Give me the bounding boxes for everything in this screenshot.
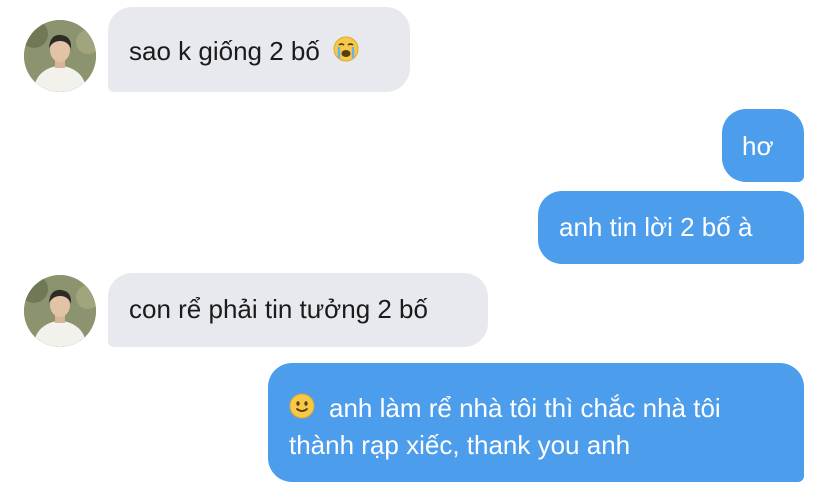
message-line: thành rạp xiếc, thank you anh — [289, 428, 804, 463]
message-bubble-incoming[interactable]: con rể phải tin tưởng 2 bố — [108, 273, 488, 347]
message-bubble-incoming[interactable]: sao k giống 2 bố — [108, 7, 410, 92]
message-text: anh làm rể nhà tôi thì chắc nhà tôi — [329, 393, 721, 423]
avatar[interactable] — [24, 20, 96, 92]
message-bubble-outgoing[interactable]: anh làm rể nhà tôi thì chắc nhà tôi thàn… — [268, 363, 804, 482]
avatar[interactable] — [24, 275, 96, 347]
message-line: anh làm rể nhà tôi thì chắc nhà tôi — [289, 391, 804, 428]
message-text: hơ — [742, 131, 774, 161]
message-text: sao k giống 2 bố — [129, 36, 320, 66]
message-bubble-outgoing[interactable]: anh tin lời 2 bố à — [538, 191, 804, 264]
message-text: anh tin lời 2 bố à — [559, 212, 753, 242]
smiling-face-icon — [289, 393, 315, 428]
message-text: thành rạp xiếc, thank you anh — [289, 429, 631, 460]
message-bubble-outgoing[interactable]: hơ — [722, 109, 804, 182]
crying-face-icon — [333, 36, 359, 71]
chat-thread: sao k giống 2 bố hơ anh tin lời 2 bố à c… — [0, 0, 828, 501]
message-text: con rể phải tin tưởng 2 bố — [129, 294, 428, 324]
